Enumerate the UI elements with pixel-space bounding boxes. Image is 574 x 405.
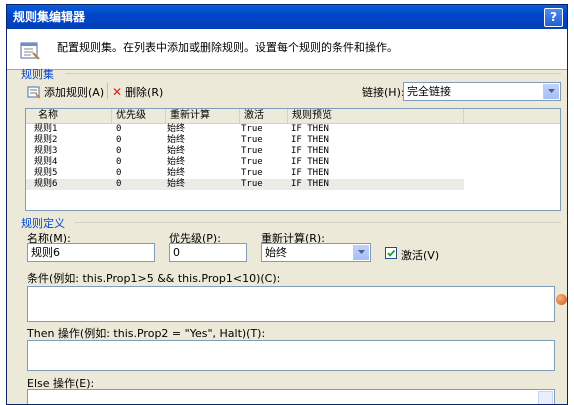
col-name[interactable]: 名称 bbox=[26, 109, 112, 123]
rule-reevaluation: 始终 bbox=[167, 146, 186, 156]
then-actions-label: Then 操作(例如: this.Prop2 = "Yes", Halt)(T)… bbox=[27, 327, 266, 340]
priority-input[interactable]: 0 bbox=[169, 243, 247, 262]
chevron-down-icon bbox=[548, 89, 555, 93]
header-description: 配置规则集。在列表中添加或删除规则。设置每个规则的条件和操作。 bbox=[57, 41, 398, 54]
rule-reevaluation: 始终 bbox=[167, 157, 186, 167]
ruleset-icon bbox=[20, 42, 40, 60]
error-indicator-icon bbox=[556, 294, 567, 305]
rule-preview: IF THEN bbox=[291, 179, 329, 189]
col-rule-preview[interactable]: 规则预览 bbox=[288, 109, 464, 123]
header-panel: 配置规则集。在列表中添加或删除规则。设置每个规则的条件和操作。 bbox=[7, 29, 567, 70]
else-actions-textarea[interactable] bbox=[27, 389, 555, 404]
rule-active: True bbox=[241, 146, 263, 156]
add-rule-icon bbox=[27, 86, 41, 99]
definition-separator bbox=[75, 222, 561, 223]
rule-reevaluation: 始终 bbox=[167, 179, 186, 189]
rule-row[interactable]: 规则3 0 始终 True IF THEN bbox=[26, 146, 560, 157]
active-checkbox[interactable] bbox=[385, 247, 397, 259]
rule-reevaluation: 始终 bbox=[167, 168, 186, 178]
then-actions-textarea[interactable] bbox=[27, 340, 555, 371]
rule-reevaluation: 始终 bbox=[167, 135, 186, 145]
rules-list-header: 名称 优先级 重新计算 激活 规则预览 bbox=[26, 109, 560, 124]
chaining-dropdown-button[interactable] bbox=[543, 84, 559, 99]
rule-name: 规则5 bbox=[34, 168, 58, 178]
checkmark-icon bbox=[387, 249, 396, 257]
ruleset-group-label: 规则集 bbox=[21, 68, 54, 81]
rule-active: True bbox=[241, 124, 263, 134]
delete-icon: ✕ bbox=[112, 85, 123, 99]
rule-row[interactable]: 规则5 0 始终 True IF THEN bbox=[26, 168, 560, 179]
rule-set-editor-window: 规则集编辑器 ? 配置规则集。在列表中添加或删除规则。设置每个规则的条件和操作。… bbox=[6, 4, 568, 405]
help-button[interactable]: ? bbox=[544, 8, 563, 27]
rules-list[interactable]: 名称 优先级 重新计算 激活 规则预览 规则1 0 始终 True IF THE… bbox=[25, 108, 561, 211]
rule-priority: 0 bbox=[116, 179, 122, 189]
col-reevaluation[interactable]: 重新计算 bbox=[166, 109, 240, 123]
rule-name: 规则4 bbox=[34, 157, 58, 167]
rule-row[interactable]: 规则2 0 始终 True IF THEN bbox=[26, 135, 560, 146]
rule-active: True bbox=[241, 157, 263, 167]
rule-active: True bbox=[241, 179, 263, 189]
rule-priority: 0 bbox=[116, 157, 122, 167]
rule-name: 规则1 bbox=[34, 124, 58, 134]
rule-priority: 0 bbox=[116, 168, 122, 178]
rule-row[interactable]: 规则1 0 始终 True IF THEN bbox=[26, 124, 560, 135]
delete-rule-button[interactable]: ✕ 删除(R) bbox=[112, 84, 163, 100]
rule-preview: IF THEN bbox=[291, 135, 329, 145]
rule-preview: IF THEN bbox=[291, 168, 329, 178]
title-bar: 规则集编辑器 ? bbox=[7, 5, 567, 29]
chaining-label: 链接(H): bbox=[362, 86, 405, 99]
chaining-value: 完全链接 bbox=[407, 85, 451, 98]
definition-group-label: 规则定义 bbox=[21, 217, 65, 230]
rule-priority: 0 bbox=[116, 146, 122, 156]
chaining-select[interactable]: 完全链接 bbox=[403, 82, 561, 101]
delete-label: 删除(R) bbox=[125, 86, 164, 99]
rule-name: 规则6 bbox=[34, 179, 58, 189]
rule-priority: 0 bbox=[116, 135, 122, 145]
rule-active: True bbox=[241, 135, 263, 145]
rule-priority: 0 bbox=[116, 124, 122, 134]
col-active[interactable]: 激活 bbox=[240, 109, 288, 123]
col-priority[interactable]: 优先级 bbox=[112, 109, 166, 123]
reevaluation-value: 始终 bbox=[265, 246, 287, 259]
rule-row[interactable]: 规则4 0 始终 True IF THEN bbox=[26, 157, 560, 168]
rule-name: 规则3 bbox=[34, 146, 58, 156]
add-rule-button[interactable]: 添加规则(A) bbox=[27, 84, 104, 100]
rule-preview: IF THEN bbox=[291, 146, 329, 156]
reevaluation-dropdown-button[interactable] bbox=[353, 245, 369, 260]
rule-preview: IF THEN bbox=[291, 157, 329, 167]
window-title: 规则集编辑器 bbox=[13, 10, 86, 24]
rule-active: True bbox=[241, 168, 263, 178]
chevron-down-icon bbox=[358, 250, 365, 254]
rule-reevaluation: 始终 bbox=[167, 124, 186, 134]
rule-row-selected[interactable]: 规则6 0 始终 True IF THEN bbox=[26, 179, 464, 190]
reevaluation-select[interactable]: 始终 bbox=[261, 243, 371, 262]
rule-name-input[interactable]: 规则6 bbox=[27, 243, 155, 262]
condition-label: 条件(例如: this.Prop1>5 && this.Prop1<10)(C)… bbox=[27, 272, 281, 285]
rule-preview: IF THEN bbox=[291, 124, 329, 134]
ruleset-separator bbox=[65, 73, 561, 74]
toolbar-divider bbox=[107, 83, 108, 99]
condition-textarea[interactable] bbox=[27, 286, 555, 322]
active-label: 激活(V) bbox=[401, 249, 440, 262]
add-rule-label: 添加规则(A) bbox=[44, 86, 105, 99]
rule-name: 规则2 bbox=[34, 135, 58, 145]
scroll-up-button[interactable] bbox=[538, 391, 553, 404]
